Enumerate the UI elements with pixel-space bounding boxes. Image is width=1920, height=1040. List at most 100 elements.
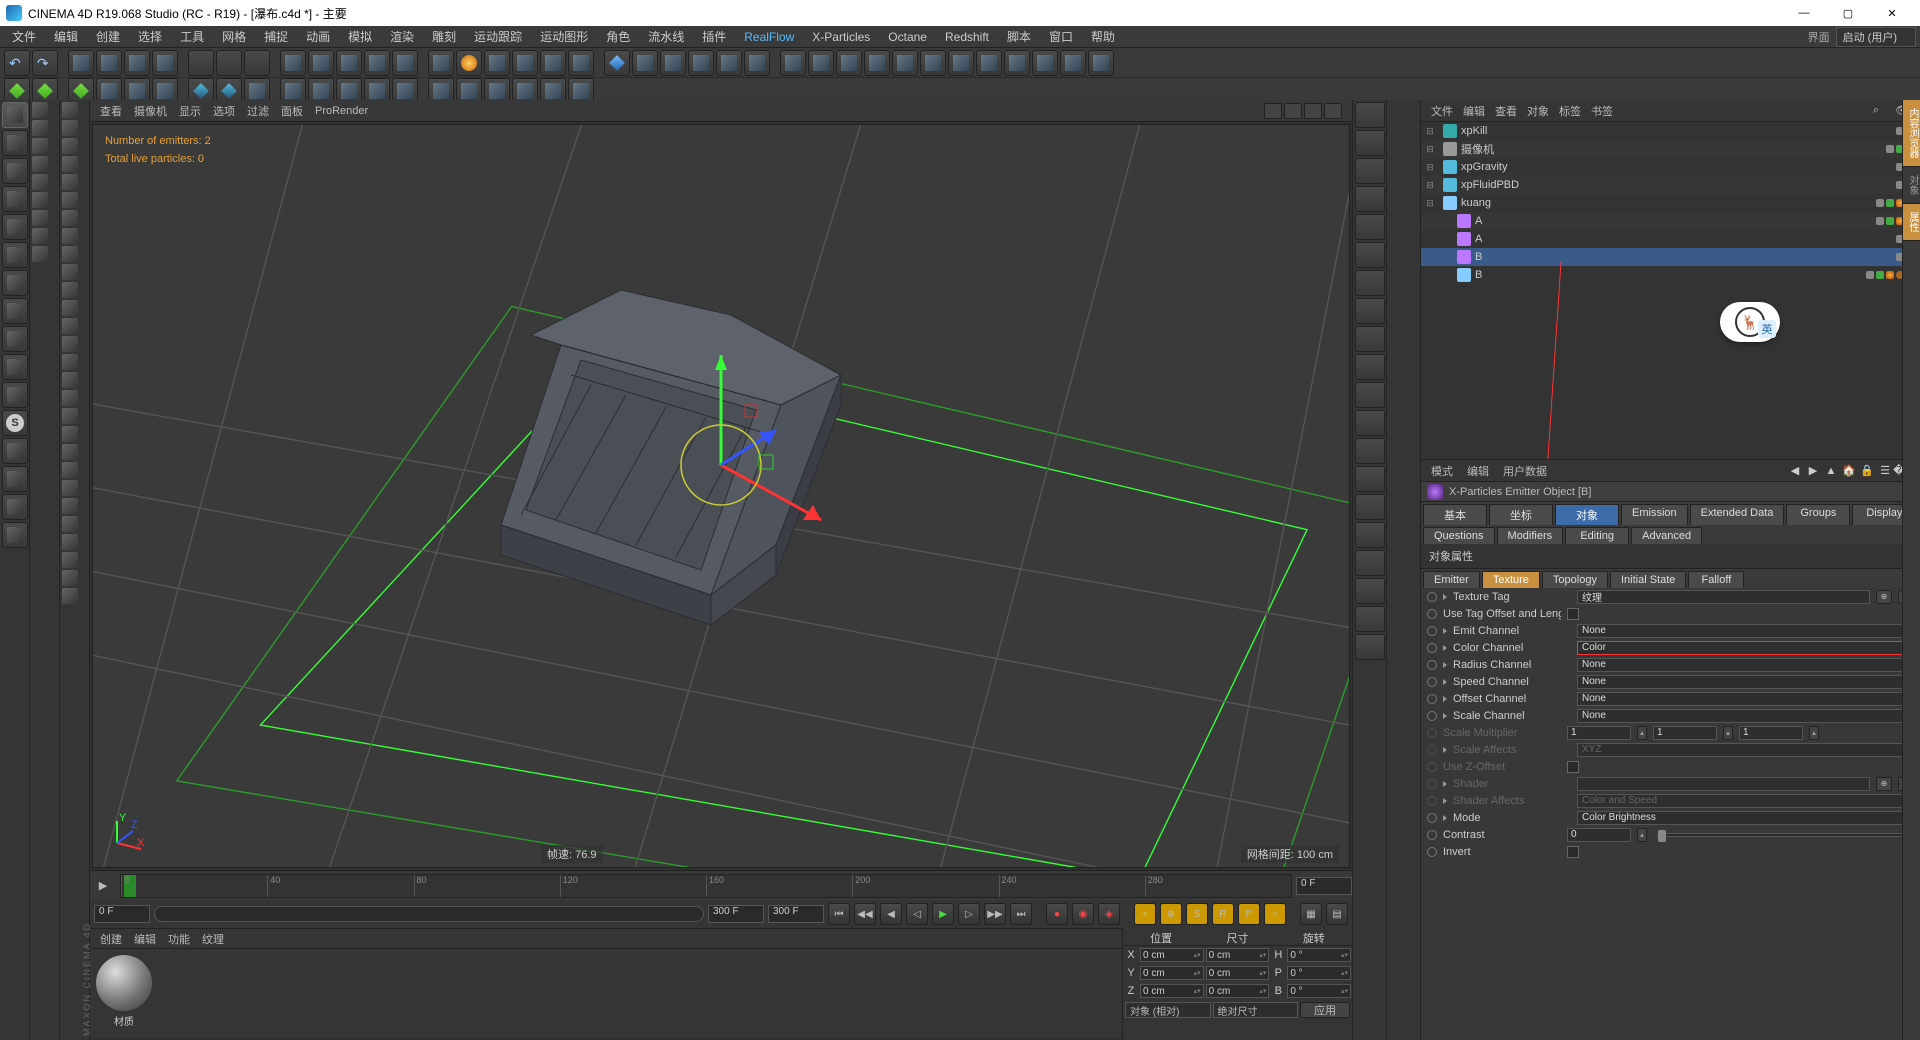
lc1-btn-3[interactable] [2, 186, 28, 212]
tb1-btn-30[interactable] [892, 50, 918, 76]
goto-end-button[interactable]: ⏭ [1010, 903, 1032, 925]
om-item-xpFluidPBD[interactable]: ⊟xpFluidPBD [1421, 176, 1920, 194]
tb1-btn-27[interactable] [808, 50, 834, 76]
rs1-btn-6[interactable] [1355, 270, 1385, 296]
tb1-btn-15[interactable] [456, 50, 482, 76]
lc1-btn-10[interactable] [2, 382, 28, 408]
rs1-btn-19[interactable] [1355, 634, 1385, 660]
tb1-btn-19[interactable] [568, 50, 594, 76]
tab-Topology[interactable]: Topology [1542, 571, 1608, 588]
lc3-btn-1[interactable] [62, 120, 87, 136]
tab-Advanced[interactable]: Advanced [1631, 527, 1702, 544]
rs1-btn-8[interactable] [1355, 326, 1385, 352]
tab-Editing[interactable]: Editing [1565, 527, 1629, 544]
rs1-btn-17[interactable] [1355, 578, 1385, 604]
tb1-btn-8[interactable] [244, 50, 270, 76]
lc3-btn-23[interactable] [62, 516, 87, 532]
tb1-btn-1[interactable] [32, 50, 58, 76]
lc1-btn-1[interactable] [2, 130, 28, 156]
tb1-btn-31[interactable] [920, 50, 946, 76]
lc1-btn-0[interactable] [2, 102, 28, 128]
rs1-btn-1[interactable] [1355, 130, 1385, 156]
menu-Octane[interactable]: Octane [880, 28, 935, 46]
menu-动画[interactable]: 动画 [298, 26, 338, 47]
tab-Texture[interactable]: Texture [1482, 571, 1540, 588]
lc1-btn-8[interactable] [2, 326, 28, 352]
menu-运动跟踪[interactable]: 运动跟踪 [466, 26, 530, 47]
menu-脚本[interactable]: 脚本 [999, 26, 1039, 47]
vp-nav-1[interactable] [1284, 103, 1302, 119]
record-button[interactable]: ● [1046, 903, 1068, 925]
coord-mode-2[interactable]: 绝对尺寸 [1213, 1002, 1299, 1018]
lc1-btn-12[interactable] [2, 438, 28, 464]
mat-menu-创建[interactable]: 创建 [100, 931, 122, 947]
tb1-btn-16[interactable] [484, 50, 510, 76]
om-item-xpKill[interactable]: ⊟xpKill [1421, 122, 1920, 140]
close-button[interactable]: ✕ [1870, 0, 1914, 26]
tab-Extended Data[interactable]: Extended Data [1690, 504, 1785, 525]
lc2-btn-6[interactable] [32, 210, 57, 226]
material-preview[interactable] [96, 955, 152, 1011]
tb1-btn-35[interactable] [1032, 50, 1058, 76]
menu-编辑[interactable]: 编辑 [46, 26, 86, 47]
tb1-btn-7[interactable] [216, 50, 242, 76]
rs1-btn-7[interactable] [1355, 298, 1385, 324]
tb1-btn-11[interactable] [336, 50, 362, 76]
lc1-btn-7[interactable] [2, 298, 28, 324]
lc3-btn-27[interactable] [62, 588, 87, 604]
key-move-button[interactable]: ⊕ [1160, 903, 1182, 925]
rs1-btn-18[interactable] [1355, 606, 1385, 632]
lc3-btn-10[interactable] [62, 282, 87, 298]
material-area[interactable]: 材质 [90, 949, 1122, 1038]
vp-nav-3[interactable] [1324, 103, 1342, 119]
viewport[interactable]: Number of emitters: 2 Total live particl… [92, 124, 1350, 868]
mat-menu-纹理[interactable]: 纹理 [202, 931, 224, 947]
menu-选择[interactable]: 选择 [130, 26, 170, 47]
lc2-btn-7[interactable] [32, 228, 57, 244]
rs1-btn-3[interactable] [1355, 186, 1385, 212]
menu-捕捉[interactable]: 捕捉 [256, 26, 296, 47]
tb1-btn-12[interactable] [364, 50, 390, 76]
key-rot-button[interactable]: R [1212, 903, 1234, 925]
tab-对象[interactable]: 对象 [1555, 504, 1619, 525]
tab-Modifiers[interactable]: Modifiers [1497, 527, 1564, 544]
menu-创建[interactable]: 创建 [88, 26, 128, 47]
menu-模拟[interactable]: 模拟 [340, 26, 380, 47]
lc3-btn-19[interactable] [62, 444, 87, 460]
tab-基本[interactable]: 基本 [1423, 504, 1487, 525]
lc2-btn-4[interactable] [32, 174, 57, 190]
om-tree[interactable]: 🦌 英 ⊟xpKill⊟摄像机⊘⊟xpGravity⊟xpFluidPBD⊟ku… [1421, 122, 1920, 459]
lc1-btn-6[interactable] [2, 270, 28, 296]
om-menu-对象[interactable]: 对象 [1527, 103, 1549, 119]
ime-lang[interactable]: 英 [1758, 320, 1776, 338]
lc2-btn-3[interactable] [32, 156, 57, 172]
mat-menu-编辑[interactable]: 编辑 [134, 931, 156, 947]
lc3-btn-11[interactable] [62, 300, 87, 316]
tb1-btn-28[interactable] [836, 50, 862, 76]
rs1-btn-12[interactable] [1355, 438, 1385, 464]
tb1-btn-4[interactable] [124, 50, 150, 76]
tab-坐标[interactable]: 坐标 [1489, 504, 1553, 525]
menu-渲染[interactable]: 渲染 [382, 26, 422, 47]
tb1-btn-21[interactable] [632, 50, 658, 76]
coord-apply-button[interactable]: 应用 [1300, 1002, 1350, 1018]
tab-Emitter[interactable]: Emitter [1423, 571, 1480, 588]
vp-menu-选项[interactable]: 选项 [213, 103, 235, 119]
menu-X-Particles[interactable]: X-Particles [804, 28, 878, 46]
lc3-btn-6[interactable] [62, 210, 87, 226]
next-frame-button[interactable]: ▷ [958, 903, 980, 925]
om-item-A[interactable]: A [1421, 212, 1920, 230]
lc3-btn-24[interactable] [62, 534, 87, 550]
lc3-btn-9[interactable] [62, 264, 87, 280]
lc3-btn-21[interactable] [62, 480, 87, 496]
lc1-btn-11[interactable]: S [2, 410, 28, 436]
tb1-btn-24[interactable] [716, 50, 742, 76]
rs1-btn-0[interactable] [1355, 102, 1385, 128]
lc1-btn-5[interactable] [2, 242, 28, 268]
ime-indicator[interactable]: 🦌 英 [1720, 302, 1780, 342]
tl-view2-button[interactable]: ▤ [1326, 903, 1348, 925]
lc3-btn-15[interactable] [62, 372, 87, 388]
am-menu-编辑[interactable]: 编辑 [1467, 463, 1489, 479]
vp-menu-过滤[interactable]: 过滤 [247, 103, 269, 119]
coord-mode-1[interactable]: 对象 (相对) [1125, 1002, 1211, 1018]
